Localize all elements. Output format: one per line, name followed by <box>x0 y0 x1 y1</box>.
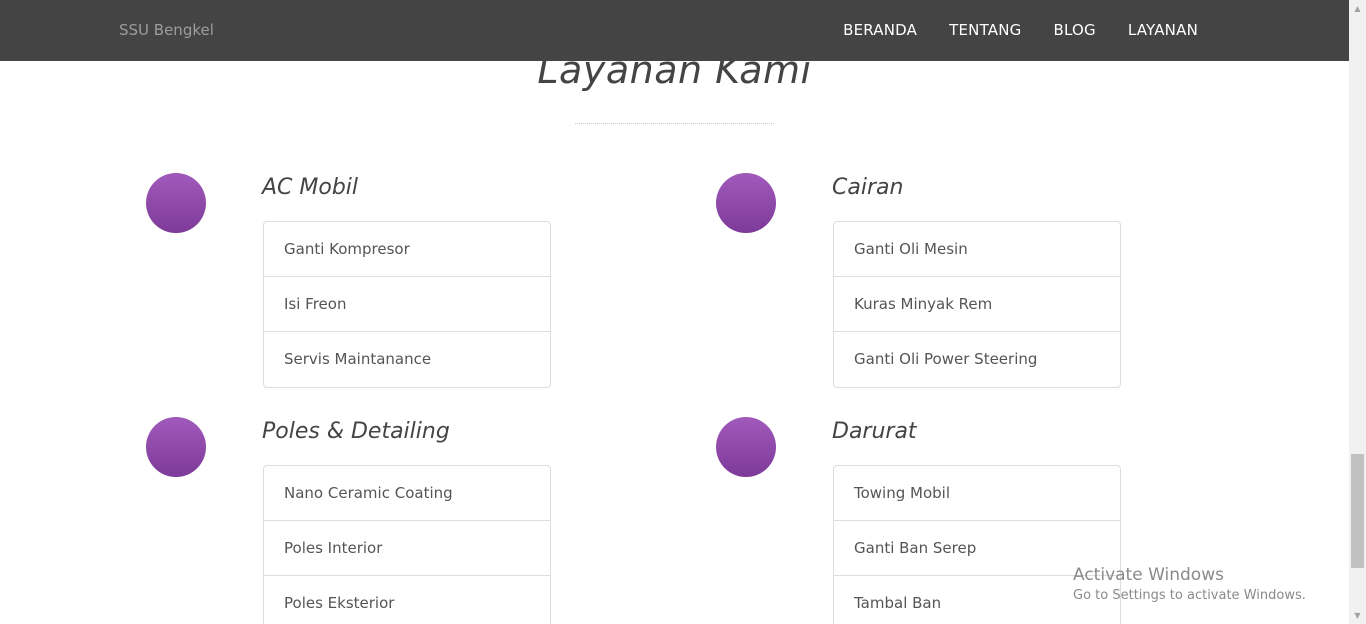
list-item[interactable]: Ganti Oli Power Steering <box>834 332 1120 387</box>
nav-link-tentang[interactable]: TENTANG <box>933 0 1037 61</box>
title-divider <box>575 123 774 124</box>
list-item[interactable]: Ganti Kompresor <box>264 222 550 277</box>
vertical-scrollbar[interactable]: ▲ ▼ <box>1349 0 1366 624</box>
list-item[interactable]: Towing Mobil <box>834 466 1120 521</box>
service-circle-icon <box>146 173 206 233</box>
list-item[interactable]: Nano Ceramic Coating <box>264 466 550 521</box>
nav-link-blog[interactable]: BLOG <box>1037 0 1111 61</box>
watermark-title: Activate Windows <box>1073 565 1224 585</box>
service-title: Cairan <box>832 175 904 200</box>
list-item[interactable]: Ganti Oli Mesin <box>834 222 1120 277</box>
service-block-cairan: Cairan Ganti Oli Mesin Kuras Minyak Rem … <box>716 173 1196 393</box>
list-item[interactable]: Servis Maintanance <box>264 332 550 387</box>
nav-link-beranda[interactable]: BERANDA <box>827 0 933 61</box>
service-circle-icon <box>716 173 776 233</box>
service-circle-icon <box>146 417 206 477</box>
list-item[interactable]: Isi Freon <box>264 277 550 332</box>
service-title: AC Mobil <box>262 175 359 200</box>
list-item[interactable]: Kuras Minyak Rem <box>834 277 1120 332</box>
scrollbar-thumb[interactable] <box>1351 454 1364 568</box>
service-block-poles-detailing: Poles & Detailing Nano Ceramic Coating P… <box>146 417 626 624</box>
main-content: Layanan Kami AC Mobil Ganti Kompresor Is… <box>0 0 1349 624</box>
service-list: Ganti Kompresor Isi Freon Servis Maintan… <box>263 221 551 388</box>
nav-links: BERANDA TENTANG BLOG LAYANAN <box>827 0 1214 61</box>
scroll-up-arrow-icon[interactable]: ▲ <box>1349 0 1366 17</box>
list-item[interactable]: Poles Interior <box>264 521 550 576</box>
brand-link[interactable]: SSU Bengkel <box>119 0 214 61</box>
watermark-subtitle: Go to Settings to activate Windows. <box>1073 588 1306 603</box>
scroll-down-arrow-icon[interactable]: ▼ <box>1349 607 1366 624</box>
service-title: Poles & Detailing <box>262 419 450 444</box>
list-item[interactable]: Poles Eksterior <box>264 576 550 624</box>
service-list: Ganti Oli Mesin Kuras Minyak Rem Ganti O… <box>833 221 1121 388</box>
nav-link-layanan[interactable]: LAYANAN <box>1112 0 1214 61</box>
top-navbar: SSU Bengkel BERANDA TENTANG BLOG LAYANAN <box>0 0 1349 61</box>
service-circle-icon <box>716 417 776 477</box>
service-title: Darurat <box>832 419 917 444</box>
service-list: Nano Ceramic Coating Poles Interior Pole… <box>263 465 551 624</box>
windows-activation-watermark: Activate Windows Go to Settings to activ… <box>1073 565 1306 603</box>
service-block-ac-mobil: AC Mobil Ganti Kompresor Isi Freon Servi… <box>146 173 626 393</box>
